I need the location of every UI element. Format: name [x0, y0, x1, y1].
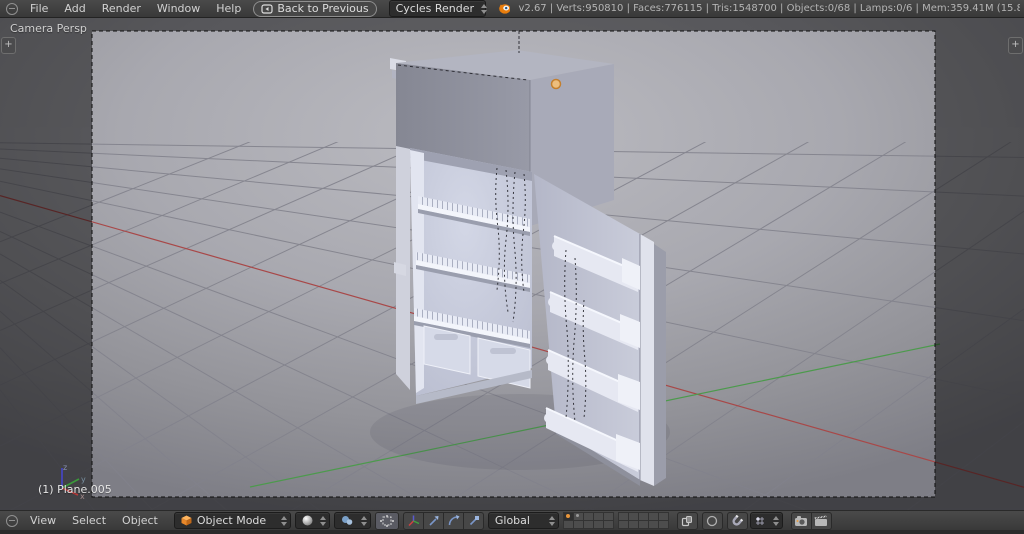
magnet-icon: [732, 514, 744, 526]
clapperboard-icon: [814, 514, 828, 526]
viewport-header-bar: View Select Object Object Mode Global: [0, 510, 1024, 530]
editor-type-button-3dview[interactable]: [6, 514, 18, 527]
viewport-shading-select[interactable]: [294, 512, 330, 529]
manipulator-icon: [379, 514, 394, 527]
back-window-icon: [261, 3, 273, 14]
render-engine-select[interactable]: Cycles Render: [388, 0, 488, 17]
editor-type-button[interactable]: [6, 2, 18, 15]
menu-help[interactable]: Help: [208, 2, 249, 15]
render-camera-icon: [795, 515, 808, 526]
updown-arrows-icon: [772, 515, 779, 526]
menu-render[interactable]: Render: [94, 2, 149, 15]
updown-arrows-icon: [280, 515, 287, 526]
translate-arrow-icon: [429, 516, 439, 526]
layer-15-cell[interactable]: [602, 519, 614, 529]
menu-file[interactable]: File: [22, 2, 56, 15]
snap-increment-icon: [755, 516, 764, 525]
mode-select[interactable]: Object Mode: [173, 512, 291, 529]
properties-shelf-toggle-button[interactable]: +: [1008, 37, 1023, 54]
axes-tripod-icon: [408, 515, 420, 527]
menu-object[interactable]: Object: [114, 514, 166, 527]
transform-manipulator-group: [402, 511, 484, 530]
shading-sphere-icon: [302, 515, 313, 526]
scale-arrow-icon: [469, 516, 479, 526]
layers-grid-1: [562, 511, 614, 529]
active-object-label: (1) Plane.005: [38, 483, 112, 496]
proportional-circle-icon: [707, 515, 718, 526]
menu-view[interactable]: View: [22, 514, 64, 527]
scene-lock-button[interactable]: [676, 511, 698, 530]
updown-arrows-icon: [481, 3, 488, 14]
manipulator-axes-button[interactable]: [402, 511, 424, 530]
viewport-3d[interactable]: z y x Camera Persp (1) Plane.005 + +: [0, 0, 1024, 530]
menu-add[interactable]: Add: [56, 2, 93, 15]
blender-logo-icon: [498, 4, 511, 14]
layers-grid-2: [617, 511, 669, 529]
scene-lock-icon: [682, 515, 693, 526]
render-still-button[interactable]: [790, 511, 812, 530]
manipulator-toggle-button[interactable]: [374, 511, 399, 530]
orientation-value: Global: [494, 514, 530, 527]
updown-arrows-icon: [360, 515, 367, 526]
snap-element-select[interactable]: [749, 512, 783, 529]
updown-arrows-icon: [548, 515, 555, 526]
snap-toggle-button[interactable]: [726, 511, 748, 530]
rotate-manipulator-button[interactable]: [443, 511, 464, 530]
object-mode-cube-icon: [181, 515, 192, 526]
toolshelf-toggle-button[interactable]: +: [1, 37, 16, 54]
gizmo-z-label: z: [63, 463, 67, 472]
menu-window[interactable]: Window: [149, 2, 208, 15]
mode-value: Object Mode: [196, 514, 267, 527]
pivot-spheres-icon: [341, 516, 353, 525]
back-button-label: Back to Previous: [277, 2, 369, 15]
scene-statistics: v2.67 | Verts:950810 | Faces:776115 | Tr…: [518, 3, 1020, 14]
rotate-arc-icon: [448, 515, 460, 526]
view-mode-label: Camera Persp: [10, 22, 87, 35]
pivot-point-select[interactable]: [333, 512, 371, 529]
render-buttons-group: [790, 511, 832, 530]
engine-value: Cycles Render: [395, 2, 475, 15]
info-header-bar: File Add Render Window Help Back to Prev…: [0, 0, 1024, 18]
proportional-edit-button[interactable]: [701, 511, 723, 530]
back-to-previous-button[interactable]: Back to Previous: [253, 0, 377, 17]
transform-orientation-select[interactable]: Global: [487, 512, 559, 529]
scale-manipulator-button[interactable]: [463, 511, 484, 530]
menu-select[interactable]: Select: [64, 514, 114, 527]
translate-manipulator-button[interactable]: [423, 511, 444, 530]
render-animation-button[interactable]: [811, 511, 832, 530]
layer-20-cell[interactable]: [657, 519, 669, 529]
cursor-3d: [550, 78, 562, 90]
updown-arrows-icon: [319, 515, 326, 526]
